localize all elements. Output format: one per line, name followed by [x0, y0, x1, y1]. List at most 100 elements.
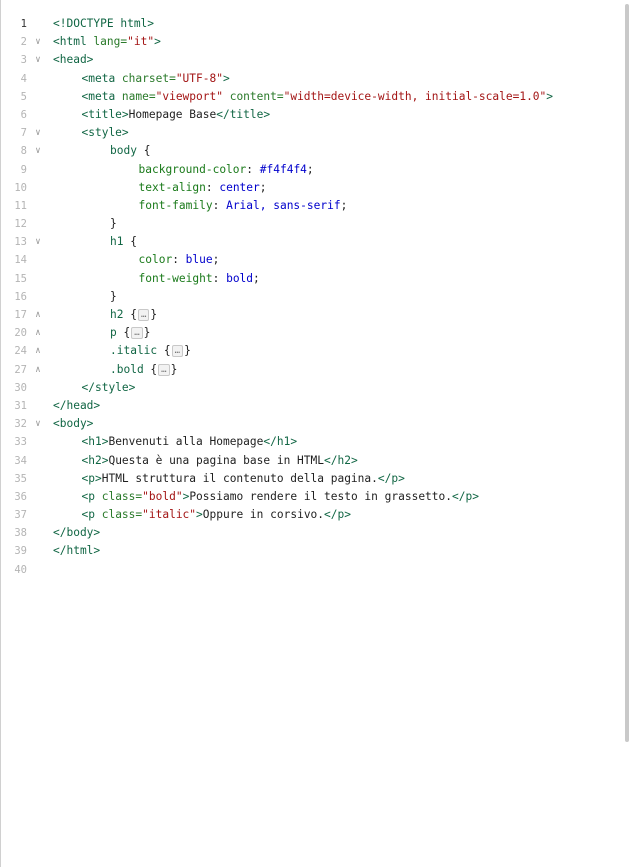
- collapsed-region-placeholder[interactable]: …: [137, 309, 150, 321]
- vertical-scrollbar[interactable]: [625, 4, 629, 742]
- code-line[interactable]: 1 <!DOCTYPE html>: [1, 15, 618, 33]
- code-line[interactable]: 40: [1, 561, 618, 579]
- code-line[interactable]: 4 <meta charset="UTF-8">: [1, 70, 618, 88]
- line-number: 27: [14, 363, 27, 376]
- code-token: }: [184, 344, 191, 358]
- code-line[interactable]: 20 ∧ p {…}: [1, 324, 618, 342]
- code-token: font-family: [138, 198, 213, 212]
- code-line[interactable]: 8 ∨ body {: [1, 142, 618, 160]
- code-token: Arial, sans-serif: [226, 198, 341, 212]
- line-number: 5: [20, 90, 27, 103]
- code-line[interactable]: 13 ∨ h1 {: [1, 233, 618, 251]
- fold-chevron-down-icon[interactable]: ∨: [31, 51, 45, 69]
- code-token: {: [163, 344, 171, 358]
- code-line[interactable]: 2 ∨ <html lang="it">: [1, 33, 618, 51]
- code-editor[interactable]: 1 <!DOCTYPE html> 2 ∨ <html lang="it"> 3 ∨ <hea…: [0, 0, 632, 867]
- code-line[interactable]: 24 ∧ .italic {…}: [1, 342, 618, 360]
- code-line[interactable]: 32 ∨ <body>: [1, 415, 618, 433]
- fold-chevron-up-icon[interactable]: ∧: [31, 342, 45, 360]
- code-token: h1: [110, 235, 131, 249]
- code-token: {: [130, 308, 137, 321]
- code-token: blue: [185, 253, 213, 267]
- fold-chevron-up-icon[interactable]: ∧: [31, 306, 45, 324]
- code-token: :: [205, 180, 220, 194]
- code-lines[interactable]: 1 <!DOCTYPE html> 2 ∨ <html lang="it"> 3 ∨ <hea…: [1, 15, 618, 579]
- line-number: 30: [14, 381, 27, 394]
- line-number: 12: [14, 218, 27, 231]
- code-line[interactable]: 7 ∨ <style>: [1, 124, 618, 142]
- code-token: class=: [101, 489, 143, 503]
- code-line[interactable]: 27 ∧ .bold {…}: [1, 361, 618, 379]
- code-line[interactable]: 3 ∨ <head>: [1, 51, 618, 69]
- code-line[interactable]: 12}: [1, 215, 618, 233]
- code-text: background-color: #f4f4f4;: [139, 161, 314, 179]
- fold-chevron-down-icon[interactable]: ∨: [31, 415, 45, 433]
- line-number: 6: [20, 108, 27, 121]
- code-line[interactable]: 17 ∧ h2 {…}: [1, 306, 618, 324]
- collapsed-region-placeholder[interactable]: …: [171, 345, 184, 358]
- line-number: 37: [14, 509, 27, 522]
- code-token: font-weight: [138, 271, 213, 285]
- fold-chevron-up-icon[interactable]: ∧: [31, 361, 45, 379]
- line-number: 14: [14, 254, 27, 267]
- code-token: "italic": [142, 508, 197, 522]
- code-line[interactable]: 30 </style>: [1, 379, 618, 397]
- code-token: </body>: [53, 526, 101, 540]
- line-number: 2: [20, 36, 27, 49]
- code-token: "width=device-width, initial-scale=1.0": [283, 89, 547, 103]
- code-token: name=: [121, 89, 156, 103]
- fold-chevron-down-icon[interactable]: ∨: [31, 124, 45, 142]
- code-line[interactable]: 34 <h2>Questa è una pagina base in HTML</…: [1, 452, 618, 470]
- code-token: <style>: [81, 126, 129, 140]
- code-token: :: [246, 162, 260, 176]
- code-line[interactable]: 10 text-align: center;: [1, 179, 618, 197]
- code-line[interactable]: 38 </body>: [1, 524, 618, 542]
- collapsed-region-placeholder[interactable]: …: [158, 363, 170, 376]
- code-line[interactable]: 9 background-color: #f4f4f4;: [1, 161, 618, 179]
- code-token: }: [143, 326, 151, 340]
- code-token: <!DOCTYPE html>: [53, 17, 155, 30]
- line-number: 8: [20, 145, 27, 158]
- code-line[interactable]: 31 </head>: [1, 397, 618, 415]
- code-text: }: [110, 215, 117, 233]
- code-line[interactable]: 16}: [1, 288, 618, 306]
- code-line[interactable]: 33 <h1>Benvenuti alla Homepage</h1>: [1, 433, 618, 451]
- code-token: </head>: [53, 398, 101, 412]
- code-text: h2 {…}: [110, 306, 157, 324]
- collapsed-region-placeholder[interactable]: …: [131, 327, 143, 340]
- line-number: 33: [14, 436, 27, 449]
- code-text: <meta name="viewport" content="width=dev…: [82, 88, 554, 106]
- fold-chevron-down-icon[interactable]: ∨: [31, 33, 45, 51]
- code-line[interactable]: 37 <p class="italic">Oppure in corsivo.</…: [1, 506, 618, 524]
- code-token: >: [546, 89, 554, 103]
- code-line[interactable]: 11 font-family: Arial, sans-serif;: [1, 197, 618, 215]
- code-line[interactable]: 36 <p class="bold">Possiamo rendere il te…: [1, 488, 618, 506]
- code-line[interactable]: 15 font-weight: bold;: [1, 270, 618, 288]
- code-line[interactable]: 5 <meta name="viewport" content="width=de…: [1, 88, 618, 106]
- code-token: .italic: [110, 344, 164, 358]
- code-token: HTML struttura il contenuto della pagina…: [101, 471, 378, 485]
- code-token: Questa è una pagina base in HTML: [108, 453, 324, 467]
- code-line[interactable]: 6 <title>Homepage Base</title>: [1, 106, 618, 124]
- line-number: 3: [20, 54, 27, 67]
- code-token: :: [212, 271, 227, 285]
- line-number: 13: [14, 236, 27, 249]
- code-token: h2: [110, 308, 131, 321]
- code-token: }: [170, 362, 178, 376]
- code-text: body {: [110, 142, 150, 160]
- line-number: 20: [14, 327, 27, 340]
- line-number: 40: [14, 563, 27, 576]
- code-token: </html>: [53, 544, 101, 558]
- code-line[interactable]: 14 color: blue;: [1, 251, 618, 269]
- code-token: </p>: [324, 508, 351, 522]
- code-line[interactable]: 39 </html>: [1, 542, 618, 560]
- code-text: <p>HTML struttura il contenuto della pag…: [82, 470, 405, 488]
- code-line[interactable]: 35 <p>HTML struttura il contenuto della p…: [1, 470, 618, 488]
- code-text: </style>: [82, 379, 136, 397]
- code-token: lang=: [93, 35, 128, 49]
- fold-chevron-down-icon[interactable]: ∨: [31, 142, 45, 160]
- code-token: }: [110, 217, 117, 231]
- fold-chevron-down-icon[interactable]: ∨: [31, 233, 45, 251]
- fold-chevron-up-icon[interactable]: ∧: [31, 324, 45, 342]
- code-token: {: [123, 326, 131, 340]
